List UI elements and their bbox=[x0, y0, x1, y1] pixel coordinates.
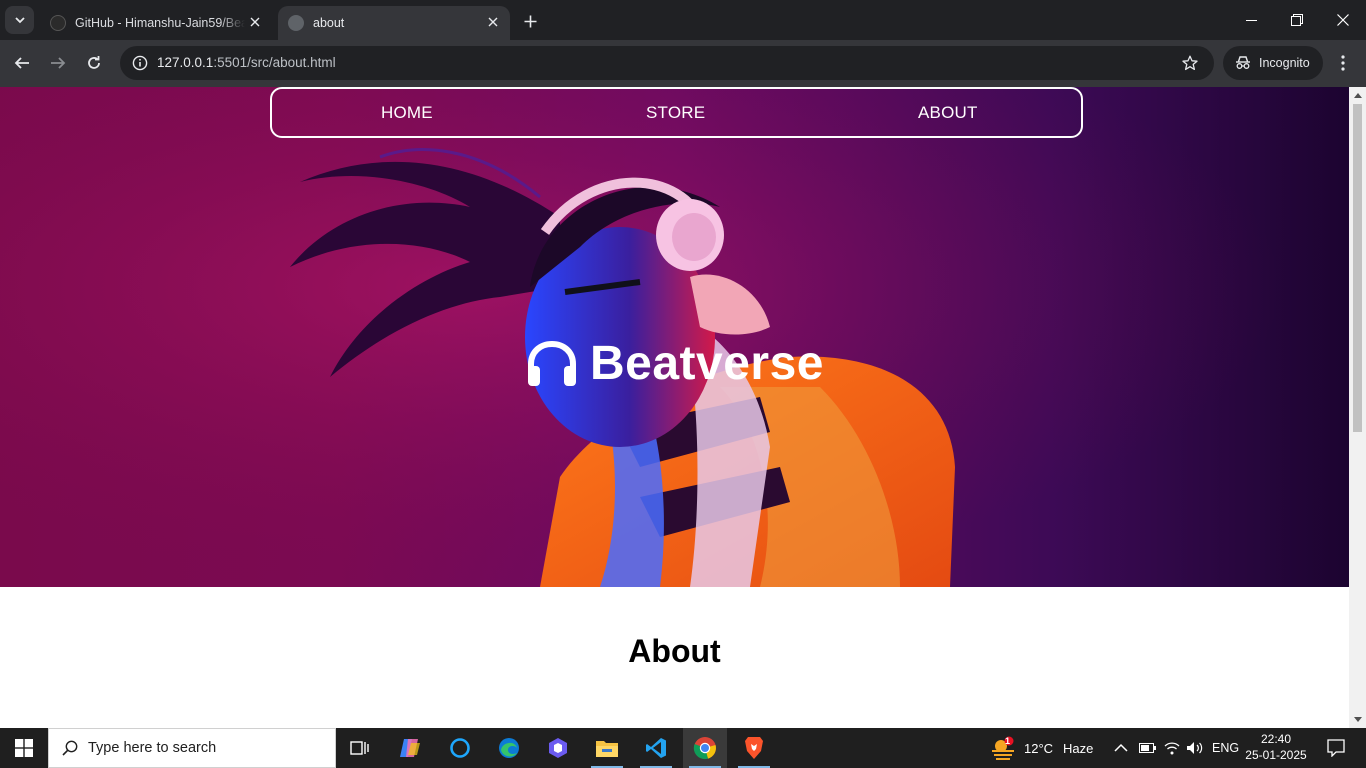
weather-widget[interactable]: 1 12°C Haze bbox=[990, 728, 1093, 768]
vscode-icon bbox=[646, 738, 666, 758]
notification-icon bbox=[1327, 739, 1345, 757]
brave-app[interactable] bbox=[732, 728, 776, 768]
browser-toolbar: 127.0.0.1:5501/src/about.html Incognito bbox=[0, 40, 1366, 87]
tab-search-button[interactable] bbox=[5, 6, 34, 34]
weather-badge: 1 bbox=[1005, 736, 1011, 746]
site-info-icon[interactable] bbox=[128, 51, 152, 75]
minimize-button[interactable] bbox=[1228, 0, 1274, 40]
chrome-app[interactable] bbox=[683, 728, 727, 768]
vscode-app[interactable] bbox=[634, 728, 678, 768]
battery-icon[interactable] bbox=[1139, 728, 1157, 768]
new-tab-button[interactable] bbox=[519, 10, 541, 32]
copilot-icon bbox=[400, 739, 420, 757]
incognito-indicator[interactable]: Incognito bbox=[1223, 46, 1323, 80]
search-icon bbox=[62, 740, 78, 756]
start-button[interactable] bbox=[0, 728, 48, 768]
chevron-up-icon bbox=[1114, 743, 1128, 752]
folder-icon bbox=[596, 741, 618, 757]
url-host: 127.0.0.1 bbox=[157, 55, 214, 70]
page-viewport: HOME STORE ABOUT Beatverse About bbox=[0, 87, 1349, 728]
close-window-button[interactable] bbox=[1320, 0, 1366, 40]
chrome-icon bbox=[693, 737, 716, 760]
tab-title: about bbox=[313, 16, 345, 30]
edge-icon bbox=[499, 738, 519, 758]
arrow-left-icon bbox=[14, 57, 29, 69]
nav-home-link[interactable]: HOME bbox=[381, 103, 433, 123]
minimize-icon bbox=[1245, 19, 1257, 21]
browser-tabstrip: GitHub - Himanshu-Jain59/Beat about bbox=[0, 0, 1366, 40]
copilot-app[interactable] bbox=[388, 728, 432, 768]
plus-icon bbox=[524, 15, 536, 27]
notifications-button[interactable] bbox=[1320, 728, 1352, 768]
weather-condition: Haze bbox=[1063, 740, 1094, 756]
windows-logo-icon bbox=[15, 739, 33, 757]
incognito-label: Incognito bbox=[1259, 56, 1310, 70]
chevron-down-icon bbox=[14, 17, 25, 24]
url-path: :5501/src/about.html bbox=[213, 55, 336, 70]
globe-icon bbox=[288, 15, 304, 31]
close-tab-icon[interactable] bbox=[484, 13, 502, 31]
main-nav: HOME STORE ABOUT bbox=[270, 87, 1083, 138]
page-title: About bbox=[628, 633, 721, 669]
restore-icon bbox=[1291, 14, 1303, 26]
forward-button[interactable] bbox=[45, 50, 71, 76]
brave-icon bbox=[745, 737, 763, 759]
page-scrollbar[interactable] bbox=[1349, 87, 1366, 728]
scroll-up-icon[interactable] bbox=[1353, 90, 1362, 100]
tab-github[interactable]: GitHub - Himanshu-Jain59/Beat bbox=[40, 6, 272, 40]
more-vertical-icon bbox=[1341, 55, 1345, 71]
windows-taskbar: Type here to search 1 12°C Haze ENG 22:4… bbox=[0, 728, 1366, 768]
cortana-icon bbox=[450, 738, 470, 758]
reload-icon bbox=[88, 56, 100, 69]
weather-haze-icon bbox=[992, 736, 1014, 760]
reload-button[interactable] bbox=[81, 50, 107, 76]
taskbar-search[interactable]: Type here to search bbox=[48, 728, 336, 768]
restore-button[interactable] bbox=[1274, 0, 1320, 40]
task-view-icon bbox=[350, 741, 369, 755]
dev-home-app[interactable] bbox=[536, 728, 580, 768]
incognito-icon bbox=[1236, 56, 1250, 69]
bookmark-star-icon[interactable] bbox=[1180, 53, 1200, 73]
scroll-down-icon[interactable] bbox=[1353, 714, 1362, 724]
cortana-app[interactable] bbox=[438, 728, 482, 768]
close-icon bbox=[1337, 14, 1349, 26]
tab-about[interactable]: about bbox=[278, 6, 510, 40]
clock-date: 25-01-2025 bbox=[1245, 748, 1307, 762]
system-clock[interactable]: 22:40 25-01-2025 bbox=[1240, 731, 1312, 763]
edge-app[interactable] bbox=[487, 728, 531, 768]
file-explorer-app[interactable] bbox=[585, 728, 629, 768]
brand-name: Beatverse bbox=[590, 336, 824, 390]
github-icon bbox=[50, 15, 66, 31]
task-view-button[interactable] bbox=[338, 728, 382, 768]
close-tab-icon[interactable] bbox=[246, 13, 264, 31]
brand-logo: Beatverse bbox=[526, 333, 824, 393]
search-placeholder: Type here to search bbox=[88, 740, 217, 756]
headphones-icon bbox=[528, 340, 576, 386]
scrollbar-thumb[interactable] bbox=[1353, 104, 1362, 432]
tab-title: GitHub - Himanshu-Jain59/Beat bbox=[75, 16, 245, 30]
nav-about-link[interactable]: ABOUT bbox=[918, 103, 978, 123]
back-button[interactable] bbox=[9, 50, 35, 76]
nav-store-link[interactable]: STORE bbox=[646, 103, 705, 123]
hero-banner: HOME STORE ABOUT Beatverse bbox=[0, 87, 1349, 587]
wifi-icon[interactable] bbox=[1164, 728, 1180, 768]
volume-icon[interactable] bbox=[1186, 728, 1204, 768]
arrow-right-icon bbox=[51, 57, 66, 69]
language-indicator[interactable]: ENG bbox=[1212, 728, 1239, 768]
browser-menu-button[interactable] bbox=[1333, 50, 1353, 76]
weather-temp: 12°C bbox=[1024, 740, 1054, 756]
dev-home-icon bbox=[549, 738, 567, 758]
url-text[interactable]: 127.0.0.1:5501/src/about.html bbox=[157, 55, 336, 70]
language-label: ENG bbox=[1212, 741, 1240, 755]
address-bar[interactable]: 127.0.0.1:5501/src/about.html bbox=[120, 46, 1214, 80]
show-hidden-icons-button[interactable] bbox=[1114, 728, 1128, 768]
clock-time: 22:40 bbox=[1260, 732, 1292, 746]
